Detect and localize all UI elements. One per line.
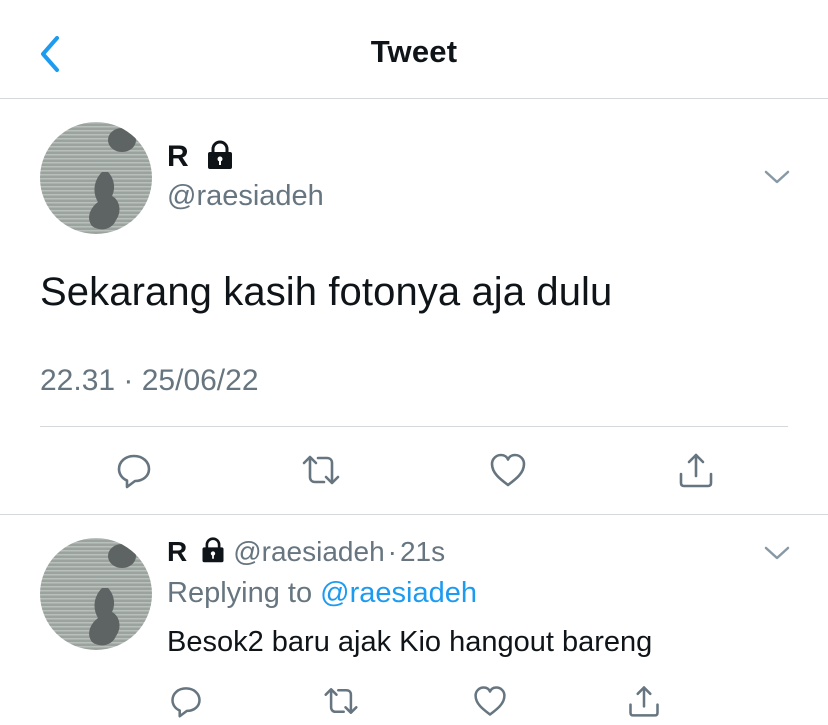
- like-icon: [474, 686, 506, 716]
- tweet-timestamp[interactable]: 22.31 · 25/06/22: [40, 364, 259, 398]
- divider: [40, 426, 788, 427]
- share-button[interactable]: [672, 446, 720, 494]
- author-name[interactable]: R: [167, 140, 189, 174]
- author-handle[interactable]: @raesiadeh: [167, 180, 324, 213]
- like-icon: [490, 453, 526, 487]
- retweet-button[interactable]: [317, 677, 365, 725]
- author-handle[interactable]: @raesiadeh: [233, 536, 384, 567]
- tweet-detail-screen: Tweet R @raesiadeh Sekarang kasih fotony…: [0, 0, 828, 725]
- reply-icon: [117, 454, 151, 489]
- author-name[interactable]: R: [167, 536, 187, 567]
- page-title: Tweet: [370, 34, 458, 69]
- header-bar: Tweet: [0, 0, 828, 99]
- retweet-icon: [324, 688, 358, 714]
- reply-header: R @raesiadeh · 21s: [167, 536, 445, 568]
- reply-button[interactable]: [110, 446, 158, 494]
- like-button[interactable]: [484, 446, 532, 494]
- chevron-down-icon: [764, 170, 790, 184]
- avatar-image: [40, 122, 152, 234]
- reply-button[interactable]: [162, 677, 210, 725]
- share-icon: [629, 686, 659, 717]
- share-icon: [679, 453, 713, 488]
- tweet-text: Besok2 baru ajak Kio hangout bareng: [167, 626, 653, 658]
- share-button[interactable]: [620, 677, 668, 725]
- chevron-down-icon: [764, 546, 790, 560]
- retweet-button[interactable]: [297, 446, 345, 494]
- reply-icon: [171, 687, 201, 718]
- replying-to: Replying to @raesiadeh: [167, 577, 477, 610]
- avatar[interactable]: [40, 122, 152, 234]
- like-button[interactable]: [466, 677, 514, 725]
- divider: [0, 514, 828, 515]
- retweet-icon: [302, 455, 340, 485]
- replying-prefix: Replying to: [167, 577, 313, 609]
- avatar[interactable]: [40, 538, 152, 650]
- lock-icon: [202, 537, 224, 563]
- tweet-text: Sekarang kasih fotonya aja dulu: [40, 270, 613, 314]
- more-options-button[interactable]: [760, 538, 794, 568]
- time-ago[interactable]: 21s: [400, 536, 445, 567]
- lock-icon: [208, 140, 232, 169]
- separator: ·: [387, 536, 397, 567]
- replying-to-link[interactable]: @raesiadeh: [320, 577, 477, 609]
- avatar-image: [40, 538, 152, 650]
- more-options-button[interactable]: [760, 162, 794, 192]
